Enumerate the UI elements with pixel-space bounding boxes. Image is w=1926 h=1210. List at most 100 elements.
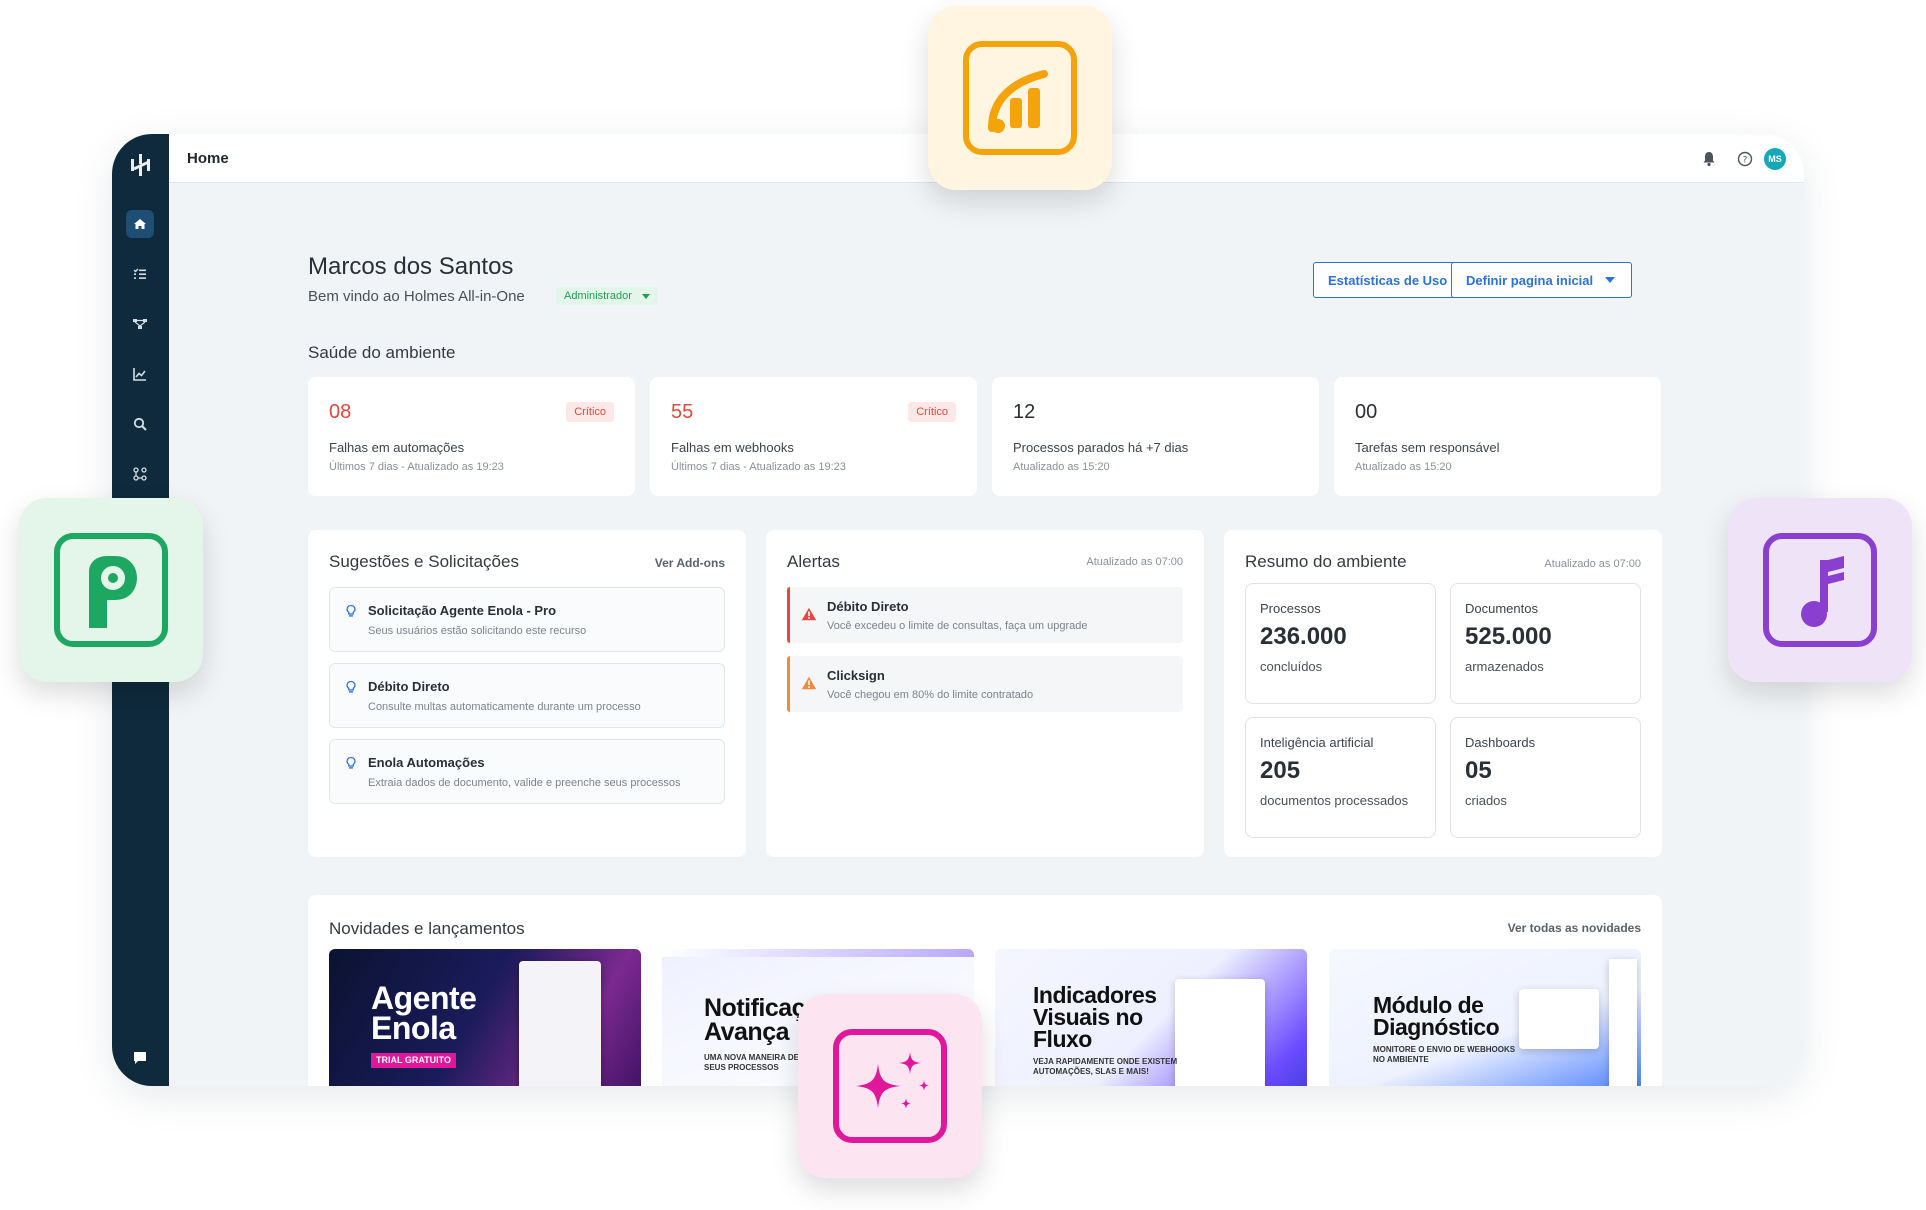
summary-card[interactable]: Dashboards 05 criados xyxy=(1450,717,1641,838)
sidebar-item-reports[interactable] xyxy=(126,360,154,388)
suggestion-item[interactable]: Solicitação Agente Enola - Pro Seus usuá… xyxy=(329,587,725,652)
health-value: 12 xyxy=(1013,401,1036,423)
alert-desc: Você excedeu o limite de consultas, faça… xyxy=(827,620,1088,632)
gear-icon xyxy=(54,533,168,647)
suggestions-title: Sugestões e Solicitações xyxy=(329,552,519,571)
help-icon[interactable]: ? xyxy=(1736,150,1754,168)
all-news-link[interactable]: Ver todas as novidades xyxy=(1508,921,1641,935)
summary-value: 236.000 xyxy=(1260,623,1347,650)
alerts-panel: Alertas Atualizado as 07:00 Débito Diret… xyxy=(766,530,1204,857)
summary-card[interactable]: Documentos 525.000 armazenados xyxy=(1450,583,1641,704)
sidebar-item-integrations[interactable] xyxy=(126,460,154,488)
critical-badge: Crítico xyxy=(908,402,956,422)
bell-icon[interactable] xyxy=(1700,150,1718,168)
summary-updated: Atualizado as 07:00 xyxy=(1544,558,1641,570)
news-panel: Novidades e lançamentos Ver todas as nov… xyxy=(308,895,1662,1086)
settings-app-icon[interactable] xyxy=(19,498,203,682)
alert-bar xyxy=(787,656,790,712)
health-title: Saúde do ambiente xyxy=(308,343,456,362)
sparkle-app-icon[interactable] xyxy=(798,994,982,1178)
sidebar-item-home[interactable] xyxy=(126,210,154,238)
summary-panel: Resumo do ambiente Atualizado as 07:00 P… xyxy=(1224,530,1662,857)
suggestion-desc: Extraia dados de documento, valide e pre… xyxy=(368,777,681,789)
summary-label: Processos xyxy=(1260,601,1321,616)
alert-item[interactable]: Débito Direto Você excedeu o limite de c… xyxy=(787,587,1183,643)
app-window: Home ? MS Marcos dos Santos Bem vindo ao… xyxy=(112,134,1804,1086)
summary-card[interactable]: Processos 236.000 concluídos xyxy=(1245,583,1436,704)
set-home-button[interactable]: Definir pagina inicial xyxy=(1451,262,1632,298)
analytics-app-icon[interactable] xyxy=(928,6,1112,190)
health-card[interactable]: 12 Processos parados há +7 dias Atualiza… xyxy=(992,377,1319,496)
summary-sub: armazenados xyxy=(1465,659,1544,674)
lightbulb-icon xyxy=(346,680,356,693)
suggestion-item[interactable]: Débito Direto Consulte multas automatica… xyxy=(329,663,725,728)
news-headline: Indicadores Visuais no Fluxo xyxy=(1033,982,1157,1052)
chart-icon xyxy=(133,368,146,381)
suggestions-panel: Sugestões e Solicitações Ver Add-ons Sol… xyxy=(308,530,746,857)
news-headline: Módulo de Diagnóstico xyxy=(1373,992,1500,1040)
warning-icon xyxy=(801,607,817,621)
health-card[interactable]: 00 Tarefas sem responsável Atualizado as… xyxy=(1334,377,1661,496)
health-sub: Atualizado as 15:20 xyxy=(1355,461,1452,473)
warning-icon xyxy=(801,676,817,690)
sidebar-item-tasks[interactable] xyxy=(126,260,154,288)
music-app-icon[interactable] xyxy=(1728,498,1912,682)
news-card[interactable]: Indicadores Visuais no Fluxo VEJA RAPIDA… xyxy=(995,949,1307,1086)
lightbulb-icon xyxy=(346,604,356,617)
alert-title: Clicksign xyxy=(827,668,885,683)
alert-item[interactable]: Clicksign Você chegou em 80% do limite c… xyxy=(787,656,1183,712)
summary-sub: criados xyxy=(1465,793,1507,808)
news-card[interactable]: Módulo de Diagnóstico MONITORE O ENVIO D… xyxy=(1329,949,1641,1086)
chat-icon xyxy=(134,1052,146,1064)
health-card[interactable]: 55 Crítico Falhas em webhooks Últimos 7 … xyxy=(650,377,977,496)
health-label: Falhas em automações xyxy=(329,440,465,455)
news-gradient-bar xyxy=(662,949,974,957)
sidebar-item-search[interactable] xyxy=(126,410,154,438)
chevron-down-icon xyxy=(1605,277,1616,283)
suggestion-title: Enola Automações xyxy=(368,755,485,770)
lightbulb-icon xyxy=(346,756,356,769)
summary-value: 05 xyxy=(1465,757,1492,784)
health-label: Tarefas sem responsável xyxy=(1355,440,1500,455)
news-preview-image xyxy=(519,961,601,1086)
news-preview-image xyxy=(1609,959,1637,1086)
avatar[interactable]: MS xyxy=(1764,148,1786,170)
page-title: Home xyxy=(187,150,229,167)
news-preview-image xyxy=(1175,979,1265,1086)
summary-value: 205 xyxy=(1260,757,1301,784)
set-home-label: Definir pagina inicial xyxy=(1466,272,1594,288)
health-card[interactable]: 08 Crítico Falhas em automações Últimos … xyxy=(308,377,635,496)
news-card[interactable]: Agente Enola TRIAL GRATUITO xyxy=(329,949,641,1086)
health-value: 55 xyxy=(671,401,694,423)
alerts-updated: Atualizado as 07:00 xyxy=(1086,556,1183,568)
search-icon xyxy=(133,417,147,431)
summary-title: Resumo do ambiente xyxy=(1245,552,1407,571)
sidebar-item-chat[interactable] xyxy=(126,1044,154,1072)
usage-stats-label: Estatísticas de Uso xyxy=(1328,272,1448,288)
addons-link[interactable]: Ver Add-ons xyxy=(655,556,725,570)
analytics-icon xyxy=(963,41,1077,155)
suggestion-title: Solicitação Agente Enola - Pro xyxy=(368,603,557,618)
music-note-icon xyxy=(1763,533,1877,647)
alert-desc: Você chegou em 80% do limite contratado xyxy=(827,689,1034,701)
suggestion-title: Débito Direto xyxy=(368,679,450,694)
role-label: Administrador xyxy=(564,290,632,302)
summary-card[interactable]: Inteligência artificial 205 documentos p… xyxy=(1245,717,1436,838)
svg-text:?: ? xyxy=(1743,156,1748,166)
news-tag: UMA NOVA MANEIRA DE N SEUS PROCESSOS xyxy=(704,1053,807,1072)
summary-label: Documentos xyxy=(1465,601,1538,616)
main-content: Marcos dos Santos Bem vindo ao Holmes Al… xyxy=(169,183,1804,1086)
usage-stats-button[interactable]: Estatísticas de Uso xyxy=(1313,262,1463,298)
news-tag: TRIAL GRATUITO xyxy=(371,1053,456,1068)
health-value: 08 xyxy=(329,401,352,423)
role-dropdown[interactable]: Administrador xyxy=(556,287,658,305)
holmes-logo xyxy=(131,154,150,176)
stage: Home ? MS Marcos dos Santos Bem vindo ao… xyxy=(0,0,1926,1210)
sidebar-item-workflows[interactable] xyxy=(126,310,154,338)
news-tag: VEJA RAPIDAMENTE ONDE EXISTEM AUTOMAÇÕES… xyxy=(1033,1057,1178,1076)
suggestion-item[interactable]: Enola Automações Extraia dados de docume… xyxy=(329,739,725,804)
summary-label: Dashboards xyxy=(1465,735,1536,750)
flow-icon xyxy=(133,319,147,329)
news-headline: Notificaç Avança xyxy=(704,994,806,1046)
sparkle-icon xyxy=(833,1029,947,1143)
